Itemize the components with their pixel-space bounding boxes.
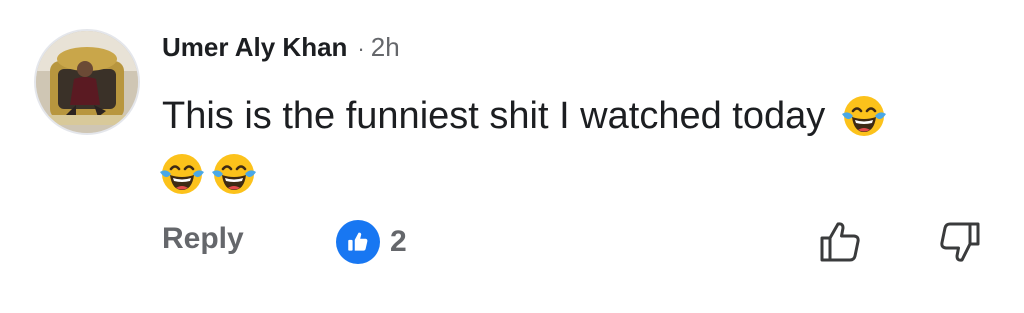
- avatar[interactable]: [34, 29, 140, 135]
- thumbs-down-outline-icon[interactable]: [936, 218, 984, 266]
- face-with-tears-of-joy-icon: [841, 95, 886, 136]
- comment-header: Umer Aly Khan · 2h: [162, 32, 400, 66]
- like-icon: [336, 220, 380, 264]
- thumbs-up-outline-icon[interactable]: [816, 218, 864, 266]
- comment-action-bar: Reply 2: [0, 218, 1024, 266]
- separator-dot: ·: [357, 36, 365, 61]
- comment-text: This is the funniest shit I watched toda…: [162, 94, 826, 137]
- comment-body: This is the funniest shit I watched toda…: [160, 86, 992, 200]
- reaction-summary[interactable]: 2: [336, 220, 407, 264]
- avatar-photo: [36, 31, 138, 133]
- comment-timestamp[interactable]: 2h: [371, 32, 400, 63]
- author-name[interactable]: Umer Aly Khan: [162, 32, 347, 63]
- face-with-tears-of-joy-icon: [160, 153, 204, 194]
- reaction-count: 2: [390, 225, 407, 258]
- face-with-tears-of-joy-icon: [212, 153, 256, 194]
- reply-button[interactable]: Reply: [162, 222, 244, 256]
- emoji-row: [158, 151, 262, 194]
